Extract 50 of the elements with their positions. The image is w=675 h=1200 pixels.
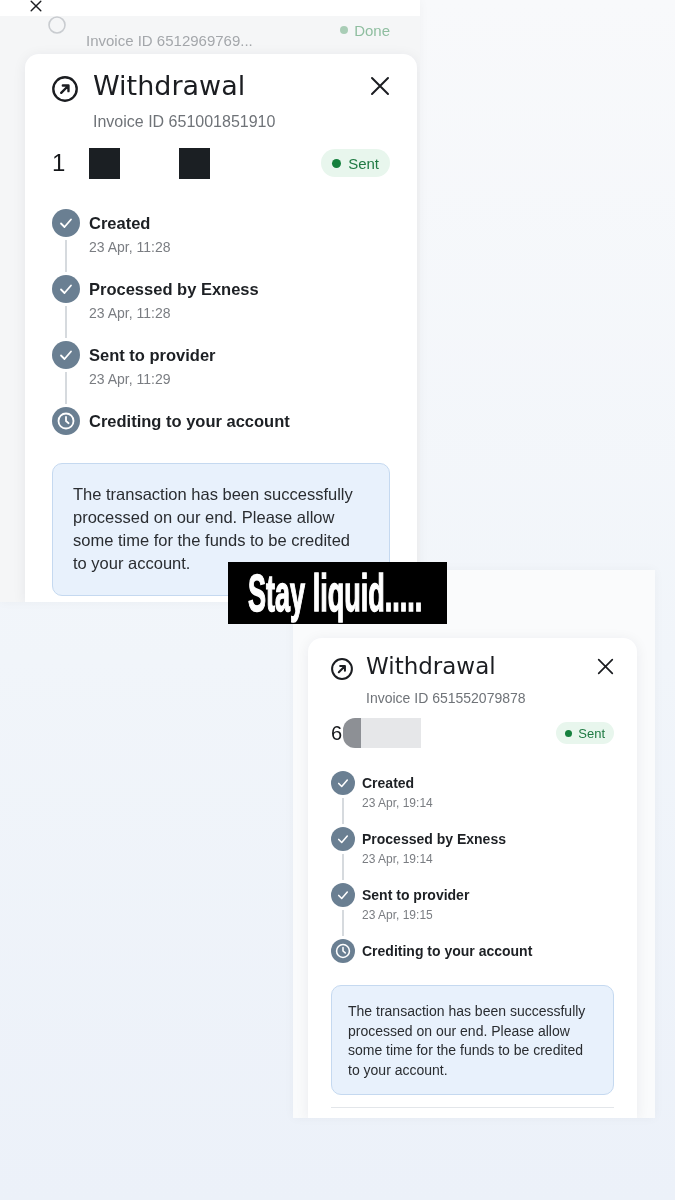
step-title: Processed by Exness [362,830,506,849]
close-icon[interactable] [30,0,42,12]
step-title: Created [362,774,416,793]
step-time: 23 Apr, 19:14 [362,795,433,811]
clock-icon [331,939,355,963]
modal-title: Withdrawal [366,652,496,681]
step-title: Sent to provider [89,345,216,366]
invoice-id: Invoice ID 651552079878 [366,689,527,707]
step-title: Crediting to your account [362,942,533,961]
timeline-connector [342,910,344,936]
status-dot-icon [340,26,349,34]
timeline-connector [65,306,67,338]
arrow-circle-icon [331,658,353,680]
redaction-block [89,147,121,179]
clock-icon [52,407,80,435]
amount-text: 1 [52,148,66,178]
step-title: Created [89,213,152,234]
timeline-connector [342,798,344,824]
step-time: 23 Apr, 11:28 [89,304,172,323]
check-circle-icon [331,883,355,907]
timeline-connector [342,854,344,880]
status-dot-icon [332,158,342,168]
amount-text: 6 [331,721,343,746]
close-icon[interactable] [370,76,390,96]
check-circle-icon [52,275,80,303]
invoice-id: Invoice ID 651001851910 [93,112,277,132]
arrow-circle-icon [52,76,78,102]
info-notice: The transaction has been successfully processed on our end. Please allow some time for the funds to be credited to your account. [331,985,614,1095]
check-circle-icon [331,827,355,851]
check-circle-icon [52,209,80,237]
step-title: Sent to provider [362,886,470,905]
step-time: 23 Apr, 11:29 [89,370,172,389]
timeline-connector [65,372,67,404]
status-label: Sent [578,725,605,741]
close-icon[interactable] [597,658,614,675]
step-time: 23 Apr, 19:14 [362,851,434,867]
timeline-connector [65,240,67,272]
invoice-id: Invoice ID 6512969769... [86,32,254,50]
redaction-block [179,147,211,179]
circle-icon [48,16,66,34]
step-title: Processed by Exness [89,279,259,300]
check-circle-icon [331,771,355,795]
check-circle-icon [52,341,80,369]
step-title: Crediting to your account [89,411,290,432]
status-label: Sent [348,154,379,172]
status-dot-icon [565,729,573,737]
modal-title: Withdrawal [93,69,246,103]
step-time: 23 Apr, 19:15 [362,907,434,923]
step-time: 23 Apr, 11:28 [89,238,171,257]
status-label: Done [354,21,390,39]
